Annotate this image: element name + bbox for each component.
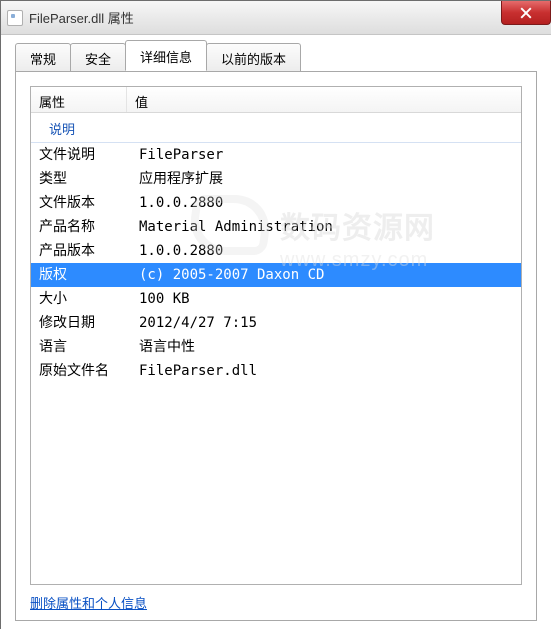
property-row[interactable]: 文件版本 1.0.0.2880 (31, 191, 521, 215)
row-property: 类型 (39, 169, 139, 189)
row-value: FileParser (139, 145, 521, 165)
row-property: 文件版本 (39, 193, 139, 213)
window-title: FileParser.dll 属性 (29, 8, 134, 27)
row-value: (c) 2005-2007 Daxon CD (139, 265, 521, 285)
row-value: 1.0.0.2880 (139, 193, 521, 213)
row-property: 大小 (39, 289, 139, 309)
row-property: 文件说明 (39, 145, 139, 165)
tab-strip: 常规 安全 详细信息 以前的版本 (15, 43, 537, 71)
listview-header: 属性 值 (31, 87, 521, 113)
property-row[interactable]: 文件说明 FileParser (31, 143, 521, 167)
row-value: 语言中性 (139, 337, 521, 357)
client-area: 常规 安全 详细信息 以前的版本 属性 值 说明 文件说明 FileParser (1, 35, 551, 629)
property-row[interactable]: 语言 语言中性 (31, 335, 521, 359)
row-value: 1.0.0.2880 (139, 241, 521, 261)
remove-properties-link[interactable]: 删除属性和个人信息 (30, 593, 522, 612)
row-property: 原始文件名 (39, 361, 139, 381)
properties-listview: 属性 值 说明 文件说明 FileParser 类型 应用程序扩展 文件版本 (30, 86, 522, 585)
property-row[interactable]: 产品版本 1.0.0.2880 (31, 239, 521, 263)
row-property: 产品名称 (39, 217, 139, 237)
title-bar: FileParser.dll 属性 (1, 1, 551, 35)
tab-general[interactable]: 常规 (15, 43, 71, 72)
row-property: 语言 (39, 337, 139, 357)
property-row[interactable]: 大小 100 KB (31, 287, 521, 311)
row-property: 版权 (39, 265, 139, 285)
property-row[interactable]: 原始文件名 FileParser.dll (31, 359, 521, 383)
row-value: 100 KB (139, 289, 521, 309)
details-panel: 属性 值 说明 文件说明 FileParser 类型 应用程序扩展 文件版本 (15, 71, 537, 621)
row-property: 修改日期 (39, 313, 139, 333)
tab-security[interactable]: 安全 (70, 43, 126, 72)
property-row[interactable]: 类型 应用程序扩展 (31, 167, 521, 191)
property-row[interactable]: 产品名称 Material Administration (31, 215, 521, 239)
listview-body: 说明 文件说明 FileParser 类型 应用程序扩展 文件版本 1.0.0.… (31, 113, 521, 584)
row-value: 2012/4/27 7:15 (139, 313, 521, 333)
property-row[interactable]: 版权 (c) 2005-2007 Daxon CD (31, 263, 521, 287)
row-value: Material Administration (139, 217, 521, 237)
close-icon (520, 7, 532, 19)
header-cell-property[interactable]: 属性 (31, 87, 127, 112)
row-property: 产品版本 (39, 241, 139, 261)
row-value: FileParser.dll (139, 361, 521, 381)
row-value: 应用程序扩展 (139, 169, 521, 189)
properties-window: FileParser.dll 属性 常规 安全 详细信息 以前的版本 属性 值 … (0, 0, 551, 629)
app-icon (7, 10, 23, 26)
header-cell-value[interactable]: 值 (127, 87, 521, 112)
group-description: 说明 (31, 113, 521, 143)
property-row[interactable]: 修改日期 2012/4/27 7:15 (31, 311, 521, 335)
tab-previous-versions[interactable]: 以前的版本 (206, 43, 301, 72)
close-button[interactable] (501, 1, 551, 25)
tab-details[interactable]: 详细信息 (125, 40, 207, 71)
